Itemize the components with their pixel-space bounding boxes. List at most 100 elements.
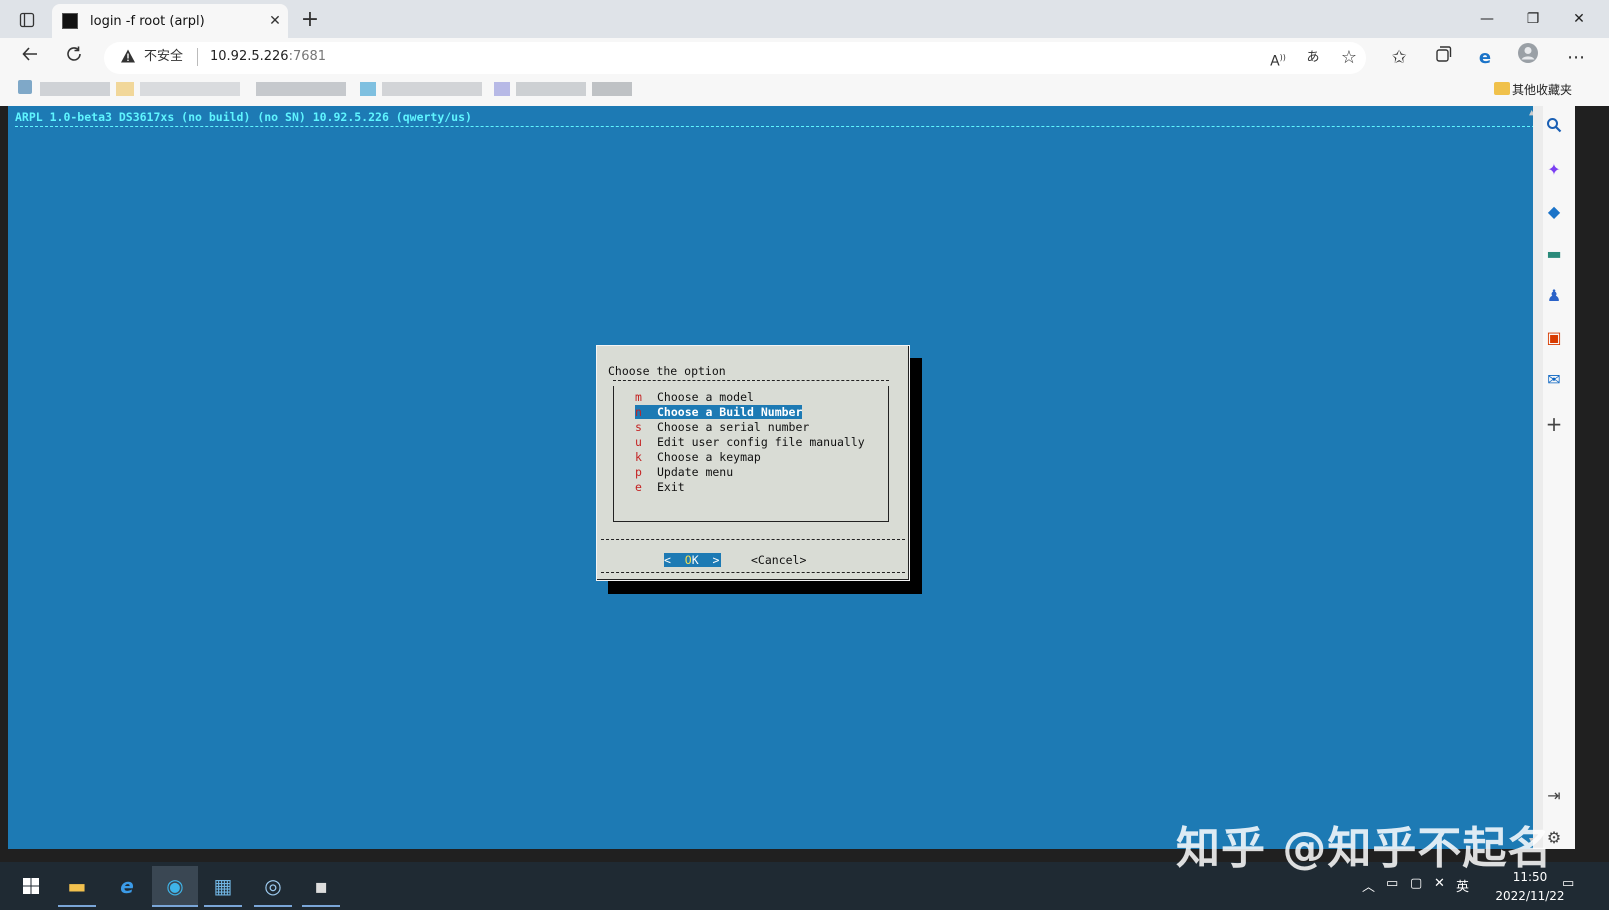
- bookmark-blurred[interactable]: [140, 82, 240, 96]
- ime-indicator[interactable]: 英: [1456, 876, 1469, 895]
- new-tab-button[interactable]: +: [296, 6, 324, 34]
- network-app-icon[interactable]: ◎: [250, 866, 296, 906]
- bookmark-blurred[interactable]: [592, 82, 632, 96]
- office-icon[interactable]: ▣: [1540, 324, 1568, 352]
- menu-item[interactable]: k Choose a keymap: [635, 450, 761, 464]
- tab-actions-icon[interactable]: [12, 8, 42, 32]
- menu-item-key: e: [635, 480, 642, 494]
- security-label[interactable]: 不安全: [144, 48, 183, 66]
- edge-taskbar-icon[interactable]: ◉: [152, 866, 198, 906]
- menu-item-label: Exit: [657, 480, 685, 494]
- add-sidebar-icon[interactable]: +: [1540, 410, 1568, 438]
- back-icon[interactable]: [14, 42, 46, 74]
- cancel-button[interactable]: <Cancel>: [751, 553, 806, 567]
- close-window-button[interactable]: ✕: [1556, 0, 1602, 38]
- ok-hotkey: O: [684, 553, 692, 567]
- running-indicator: [302, 905, 340, 907]
- clock-date[interactable]: 2022/11/22: [1478, 889, 1582, 903]
- menu-item-label: Choose a model: [657, 390, 754, 404]
- command-prompt-icon[interactable]: ▪: [298, 866, 344, 906]
- menu-item-label: Choose a Build Number: [657, 405, 803, 419]
- bookmark-favicon-icon[interactable]: [18, 80, 32, 94]
- bookmarks-bar: [0, 78, 1609, 106]
- header-divider: [15, 126, 1533, 127]
- address-divider: [197, 48, 198, 66]
- add-favorite-icon[interactable]: ☆: [1333, 42, 1365, 74]
- buttons-top-rule: [601, 539, 905, 540]
- menu-item-key: m: [635, 390, 642, 404]
- tools-icon[interactable]: ▬: [1540, 240, 1568, 268]
- games-icon[interactable]: ♟: [1540, 282, 1568, 310]
- menu-item-label: Edit user config file manually: [657, 435, 865, 449]
- menu-item[interactable]: u Edit user config file manually: [635, 435, 865, 449]
- battery-icon[interactable]: ▭: [1386, 876, 1398, 891]
- running-indicator: [254, 905, 292, 907]
- menu-item-label: Choose a keymap: [657, 450, 761, 464]
- menu-top-rule: [613, 380, 889, 381]
- network-icon[interactable]: ▢: [1410, 876, 1422, 891]
- menu-item[interactable]: m Choose a model: [635, 390, 754, 404]
- search-icon[interactable]: [1540, 114, 1568, 142]
- terminal-header: ARPL 1.0-beta3 DS3617xs (no build) (no S…: [15, 110, 472, 124]
- start-button-icon[interactable]: [8, 866, 54, 906]
- browser-tab[interactable]: login -f root (arpl) ✕: [52, 4, 288, 38]
- ok-button[interactable]: < OK >: [664, 553, 721, 567]
- menu-item[interactable]: p Update menu: [635, 465, 733, 479]
- server-manager-icon[interactable]: ▦: [200, 866, 246, 906]
- running-indicator: [152, 905, 198, 907]
- menu-item-selected[interactable]: n Choose a Build Number: [635, 405, 803, 419]
- file-explorer-icon[interactable]: ▬: [54, 866, 100, 906]
- ok-left: <: [664, 553, 685, 567]
- url-port: :7681: [288, 49, 327, 64]
- outlook-icon[interactable]: ✉: [1540, 366, 1568, 394]
- running-indicator: [58, 905, 96, 907]
- buttons-bottom-rule: [601, 572, 905, 573]
- bookmark-blurred[interactable]: [516, 82, 586, 96]
- url-text[interactable]: 10.92.5.226:7681: [210, 48, 326, 66]
- tab-title: login -f root (arpl): [90, 13, 205, 29]
- warning-icon[interactable]: [120, 48, 138, 66]
- bookmark-blurred[interactable]: [256, 82, 346, 96]
- favorites-icon[interactable]: ✩: [1383, 42, 1415, 74]
- collections-icon[interactable]: [1427, 42, 1459, 74]
- bookmark-blurred[interactable]: [40, 82, 110, 96]
- options-dialog: Choose the option m Choose a model n Choos…: [596, 345, 910, 581]
- menu-item-key: u: [635, 435, 642, 449]
- tray-overflow-icon[interactable]: ︿: [1362, 876, 1375, 895]
- ie-icon[interactable]: e: [104, 866, 150, 906]
- volume-muted-icon[interactable]: ✕: [1434, 876, 1445, 891]
- watermark: 知乎 @知乎不起名: [1176, 823, 1553, 874]
- menu-item-label: Choose a serial number: [657, 420, 810, 434]
- bookmark-folder-icon[interactable]: [116, 82, 134, 96]
- folder-icon: [1494, 82, 1510, 95]
- tab-close-icon[interactable]: ✕: [262, 13, 288, 29]
- bookmark-blurred[interactable]: [382, 82, 482, 96]
- menu-item-key: s: [635, 420, 642, 434]
- restore-button[interactable]: ❐: [1510, 0, 1556, 38]
- hide-sidebar-icon[interactable]: ⇥: [1540, 782, 1568, 810]
- edge-bar-icon[interactable]: e: [1469, 42, 1501, 74]
- url-host: 10.92.5.226: [210, 49, 289, 64]
- menu-item-label: Update menu: [657, 465, 734, 479]
- dialog-title: Choose the option: [608, 364, 726, 378]
- minimize-button[interactable]: —: [1464, 0, 1510, 38]
- bookmark-blurred[interactable]: [360, 82, 376, 96]
- other-favorites[interactable]: 其他收藏夹: [1512, 80, 1572, 100]
- menu-item-key: k: [635, 450, 642, 464]
- shopping-icon[interactable]: ◆: [1540, 198, 1568, 226]
- menu-item[interactable]: s Choose a serial number: [635, 420, 809, 434]
- menu-item-key: p: [635, 465, 642, 479]
- refresh-icon[interactable]: [58, 42, 90, 74]
- translate-icon[interactable]: あ: [1297, 42, 1329, 74]
- notifications-icon[interactable]: ▭: [1562, 876, 1574, 891]
- profile-avatar-icon[interactable]: [1512, 42, 1544, 74]
- discover-icon[interactable]: ✦: [1540, 156, 1568, 184]
- read-aloud-icon[interactable]: A)): [1262, 42, 1294, 74]
- bookmark-blurred[interactable]: [494, 82, 510, 96]
- running-indicator: [204, 905, 242, 907]
- menu-item[interactable]: e Exit: [635, 480, 685, 494]
- ok-rest: K >: [691, 553, 720, 567]
- menu-item-key: n: [635, 405, 657, 419]
- terminal-favicon-icon: [62, 13, 78, 29]
- more-menu-icon[interactable]: ⋯: [1560, 42, 1592, 74]
